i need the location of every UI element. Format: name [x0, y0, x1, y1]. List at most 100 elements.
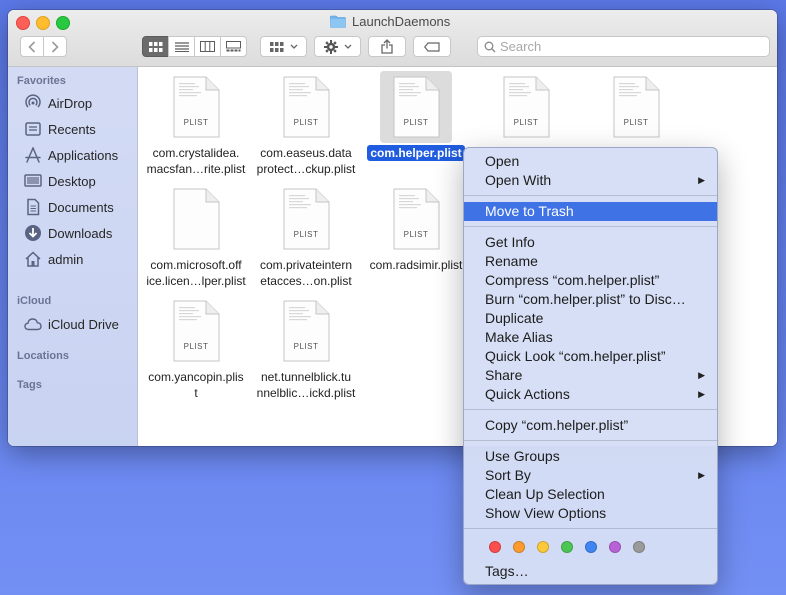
sidebar-item-label: Recents — [48, 121, 96, 137]
tag-icon — [424, 41, 440, 52]
file-item[interactable]: com.microsoft.off ice.licen…lper.plist — [141, 183, 251, 289]
menu-item-clean-up-selection[interactable]: Clean Up Selection — [464, 485, 717, 504]
edit-tags-button[interactable] — [413, 36, 451, 57]
window-title: LaunchDaemons — [330, 14, 450, 29]
menu-item-open-with[interactable]: Open With ▶ — [464, 171, 717, 190]
menu-item-quick-look[interactable]: Quick Look “com.helper.plist” — [464, 347, 717, 366]
menu-item-quick-actions[interactable]: Quick Actions ▶ — [464, 385, 717, 404]
gallery-icon — [226, 41, 241, 52]
plist-file-icon: PLIST — [160, 71, 232, 143]
menu-item-make-alias[interactable]: Make Alias — [464, 328, 717, 347]
menu-item-show-view-options[interactable]: Show View Options — [464, 504, 717, 523]
file-item[interactable]: PLIST — [581, 71, 691, 143]
sidebar-item-applications[interactable]: Applications — [24, 145, 118, 165]
file-item[interactable]: PLIST — [471, 71, 581, 143]
menu-item-use-groups[interactable]: Use Groups — [464, 447, 717, 466]
file-name: com.crystalidea. macsfan…rite.plist — [146, 146, 246, 176]
file-name: com.yancopin.plis t — [148, 370, 244, 400]
menu-item-compress[interactable]: Compress “com.helper.plist” — [464, 271, 717, 290]
menu-separator — [464, 528, 717, 529]
tag-color-blue[interactable] — [585, 541, 597, 553]
file-item[interactable]: PLIST com.easeus.data protect…ckup.plist — [251, 71, 361, 177]
submenu-arrow-icon: ▶ — [698, 389, 705, 399]
submenu-arrow-icon: ▶ — [698, 370, 705, 380]
submenu-arrow-icon: ▶ — [698, 175, 705, 185]
file-name: com.microsoft.off ice.licen…lper.plist — [146, 258, 246, 288]
minimize-window-button[interactable] — [36, 16, 50, 30]
file-item[interactable]: PLIST com.privateintern etacces…on.plist — [251, 183, 361, 289]
file-item-selected[interactable]: PLIST com.helper.plist — [361, 71, 471, 161]
menu-item-duplicate[interactable]: Duplicate — [464, 309, 717, 328]
sidebar-item-label: admin — [48, 251, 84, 267]
plist-file-icon: PLIST — [160, 295, 232, 367]
file-item[interactable]: PLIST com.yancopin.plis t — [141, 295, 251, 401]
menu-item-get-info[interactable]: Get Info — [464, 233, 717, 252]
list-icon — [174, 41, 189, 52]
sidebar-item-label: AirDrop — [48, 95, 93, 111]
menu-item-share[interactable]: Share ▶ — [464, 366, 717, 385]
sidebar-item-recents[interactable]: Recents — [24, 119, 96, 139]
grid-icon — [269, 41, 283, 52]
file-name: com.easeus.data protect…ckup.plist — [256, 146, 356, 176]
column-view-button[interactable] — [194, 36, 221, 57]
share-button[interactable] — [368, 36, 406, 57]
tag-color-orange[interactable] — [513, 541, 525, 553]
sidebar-item-desktop[interactable]: Desktop — [24, 171, 96, 191]
action-menu-button[interactable] — [314, 36, 361, 57]
cloud-icon — [24, 315, 42, 333]
sidebar-item-icloud-drive[interactable]: iCloud Drive — [24, 314, 119, 334]
window-title-text: LaunchDaemons — [352, 14, 451, 29]
file-name: net.tunnelblick.tu nnelblic…ickd.plist — [256, 370, 356, 400]
menu-item-copy[interactable]: Copy “com.helper.plist” — [464, 416, 717, 435]
home-icon — [24, 250, 42, 268]
share-icon — [381, 39, 393, 54]
search-field[interactable] — [477, 36, 770, 57]
plist-file-icon: PLIST — [270, 295, 342, 367]
menu-item-sort-by[interactable]: Sort By ▶ — [464, 466, 717, 485]
tag-color-red[interactable] — [489, 541, 501, 553]
menu-item-open[interactable]: Open — [464, 152, 717, 171]
sidebar-item-label: iCloud Drive — [48, 316, 119, 332]
chevron-down-icon — [344, 44, 351, 49]
search-input[interactable] — [500, 39, 750, 54]
desktop-icon — [24, 172, 42, 190]
tag-color-yellow[interactable] — [537, 541, 549, 553]
file-item[interactable]: PLIST net.tunnelblick.tu nnelblic…ickd.pl… — [251, 295, 361, 401]
menu-item-rename[interactable]: Rename — [464, 252, 717, 271]
close-window-button[interactable] — [16, 16, 30, 30]
search-icon — [484, 41, 496, 52]
gallery-view-button[interactable] — [220, 36, 247, 57]
file-item[interactable]: PLIST com.radsimir.plist — [361, 183, 471, 273]
icon-view-button[interactable] — [142, 36, 169, 57]
tag-color-green[interactable] — [561, 541, 573, 553]
forward-button[interactable] — [43, 36, 67, 57]
submenu-arrow-icon: ▶ — [698, 470, 705, 480]
sidebar-item-downloads[interactable]: Downloads — [24, 223, 112, 243]
menu-item-burn-to-disc[interactable]: Burn “com.helper.plist” to Disc… — [464, 290, 717, 309]
tag-color-gray[interactable] — [633, 541, 645, 553]
sidebar-item-label: Desktop — [48, 173, 96, 189]
tag-color-purple[interactable] — [609, 541, 621, 553]
sidebar-item-airdrop[interactable]: AirDrop — [24, 93, 92, 113]
group-by-button[interactable] — [260, 36, 307, 57]
sidebar-item-documents[interactable]: Documents — [24, 197, 114, 217]
grid-icon — [148, 41, 162, 52]
file-item[interactable]: PLIST com.crystalidea. macsfan…rite.plist — [141, 71, 251, 177]
zoom-window-button[interactable] — [56, 16, 70, 30]
sidebar-header-locations: Locations — [17, 350, 69, 362]
sidebar-header-tags: Tags — [17, 379, 42, 391]
chevron-right-icon — [51, 40, 59, 53]
plist-file-icon: PLIST — [490, 71, 562, 143]
chevron-down-icon — [290, 44, 297, 49]
back-button[interactable] — [20, 36, 44, 57]
view-mode-control — [142, 36, 247, 57]
toolbar: LaunchDaemons — [8, 10, 777, 67]
sidebar-item-label: Documents — [48, 199, 114, 215]
menu-item-move-to-trash[interactable]: Move to Trash — [464, 202, 717, 221]
list-view-button[interactable] — [168, 36, 195, 57]
gear-icon — [323, 39, 338, 54]
menu-item-tags[interactable]: Tags… — [464, 562, 717, 581]
sidebar-item-admin[interactable]: admin — [24, 249, 83, 269]
file-name: com.radsimir.plist — [369, 258, 463, 272]
plist-file-icon: PLIST — [380, 71, 452, 143]
